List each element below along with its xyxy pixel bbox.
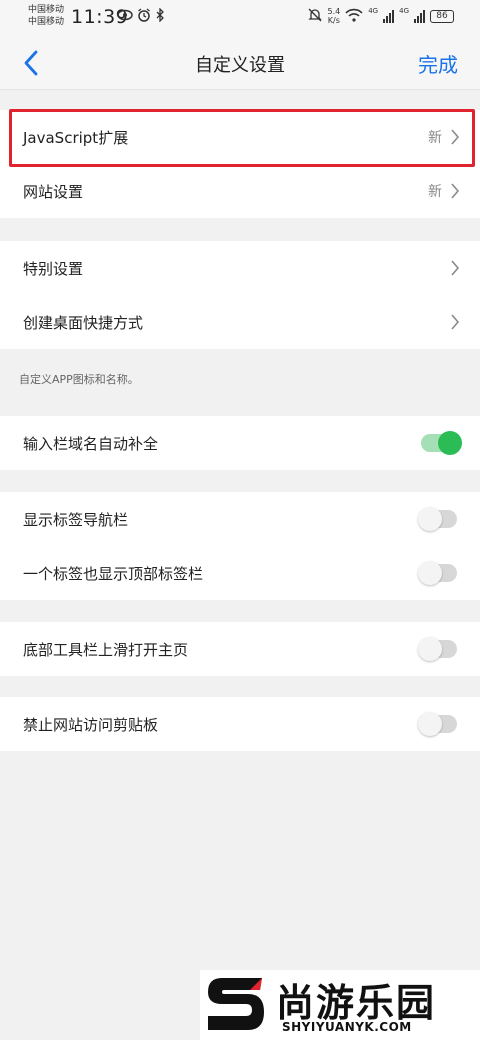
status-left-icons — [117, 7, 165, 26]
net-speed: 5.4 K/s — [327, 7, 340, 25]
tab-nav-toggle[interactable] — [418, 507, 457, 531]
watermark-en-text: SHYIYUANYK.COM — [282, 1020, 412, 1034]
toggle-knob — [418, 712, 442, 736]
watermark-cn-text: 尚游乐园 — [276, 981, 437, 1025]
row-label: 底部工具栏上滑打开主页 — [23, 640, 189, 659]
done-button[interactable]: 完成 — [418, 49, 458, 78]
signal-icon — [383, 9, 395, 23]
row-label: 网站设置 — [23, 182, 84, 201]
status-right-icons: 5.4 K/s 4G 4G 86 — [308, 7, 454, 25]
row-create-shortcut[interactable]: 创建桌面快捷方式 — [0, 295, 480, 349]
row-label: 显示标签导航栏 — [23, 510, 129, 529]
status-bar: 中国移动 中国移动 11:39 5.4 K/s 4G 4G 86 — [0, 0, 480, 36]
settings-group-toolbar: 底部工具栏上滑打开主页 — [0, 622, 480, 676]
watermark: 尚游乐园 SHYIYUANYK.COM — [200, 970, 480, 1040]
signal-icon — [414, 9, 425, 23]
alarm-icon — [137, 8, 151, 26]
nav-bar: 自定义设置 完成 — [0, 36, 480, 90]
battery-level: 86 — [436, 10, 448, 21]
row-toolbar-swipe-home: 底部工具栏上滑打开主页 — [0, 622, 480, 676]
toggle-knob — [418, 507, 442, 531]
watermark-logo-icon — [208, 978, 264, 1030]
toggle-knob — [438, 431, 462, 455]
bluetooth-icon — [155, 7, 165, 26]
wifi-icon — [345, 8, 363, 25]
row-label: 输入栏域名自动补全 — [23, 434, 159, 453]
row-single-tab-top-bar: 一个标签也显示顶部标签栏 — [0, 546, 480, 600]
carrier-info: 中国移动 中国移动 — [28, 4, 64, 28]
row-label: 禁止网站访问剪贴板 — [23, 715, 159, 734]
settings-group-special: 特别设置 创建桌面快捷方式 — [0, 241, 480, 349]
swipe-home-toggle[interactable] — [418, 637, 457, 661]
toggle-knob — [418, 561, 442, 585]
row-label: JavaScript扩展 — [23, 128, 129, 147]
clipboard-toggle[interactable] — [418, 712, 457, 736]
battery-icon: 86 — [430, 9, 454, 23]
net-speed-value: 5.4 — [327, 7, 341, 16]
row-domain-autocomplete: 输入栏域名自动补全 — [0, 416, 480, 470]
settings-group-clipboard: 禁止网站访问剪贴板 — [0, 697, 480, 751]
row-website-settings[interactable]: 网站设置 新 — [0, 164, 480, 218]
shortcut-hint-text: 自定义APP图标和名称。 — [19, 373, 139, 386]
new-badge: 新 — [428, 130, 442, 146]
net-speed-unit: K/s — [327, 16, 340, 25]
autocomplete-toggle[interactable] — [421, 431, 462, 455]
carrier-2: 中国移动 — [28, 17, 65, 27]
net-type-2: 4G — [399, 7, 409, 15]
chevron-right-icon — [450, 182, 460, 200]
row-javascript-extension[interactable]: JavaScript扩展 新 — [0, 110, 480, 164]
row-label: 创建桌面快捷方式 — [23, 313, 144, 332]
toggle-knob — [418, 637, 442, 661]
page-title: 自定义设置 — [195, 55, 285, 76]
row-label: 一个标签也显示顶部标签栏 — [23, 564, 204, 583]
chevron-right-icon — [450, 128, 460, 146]
settings-group-tabs: 显示标签导航栏 一个标签也显示顶部标签栏 — [0, 492, 480, 600]
new-badge: 新 — [428, 184, 442, 200]
carrier-1: 中国移动 — [28, 5, 65, 15]
row-label: 特别设置 — [23, 259, 84, 278]
chevron-right-icon — [450, 313, 460, 331]
eye-icon — [117, 8, 133, 26]
single-tab-bar-toggle[interactable] — [418, 561, 457, 585]
row-block-clipboard: 禁止网站访问剪贴板 — [0, 697, 480, 751]
row-special-settings[interactable]: 特别设置 — [0, 241, 480, 295]
mute-icon — [308, 8, 323, 25]
row-show-tab-nav: 显示标签导航栏 — [0, 492, 480, 546]
settings-group-autocomplete: 输入栏域名自动补全 — [0, 416, 480, 470]
net-type-1: 4G — [368, 7, 379, 15]
chevron-right-icon — [450, 259, 460, 277]
settings-group-extensions: JavaScript扩展 新 网站设置 新 — [0, 110, 480, 218]
